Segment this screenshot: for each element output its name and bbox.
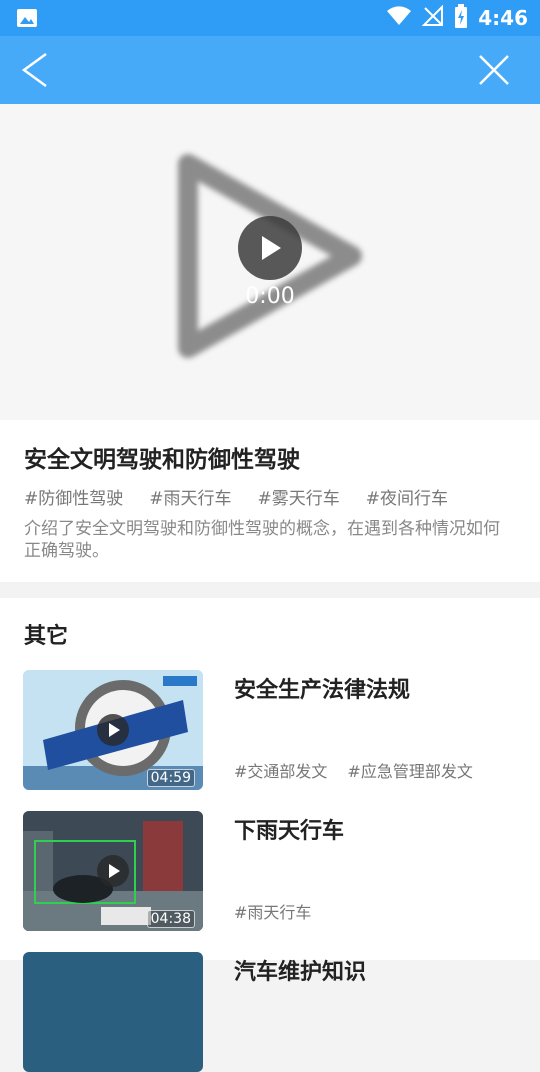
- video-thumbnail[interactable]: [23, 952, 203, 1072]
- tag[interactable]: #交通部发文: [234, 758, 327, 782]
- battery-charging-icon: [454, 4, 468, 32]
- section-heading: 其它: [24, 624, 69, 649]
- video-tags: #防御性驾驶 #雨天行车 #雾天行车 #夜间行车: [24, 484, 448, 509]
- video-item-tags: #交通部发文 #应急管理部发文: [234, 758, 473, 782]
- video-duration: 04:59: [146, 769, 195, 787]
- tag[interactable]: #夜间行车: [366, 484, 448, 509]
- video-list-item[interactable]: 04:59 安全生产法律法规 #交通部发文 #应急管理部发文: [0, 670, 540, 790]
- clock-time: 4:46: [478, 6, 528, 30]
- video-list-item[interactable]: 汽车维护知识: [0, 952, 540, 1072]
- video-item-title[interactable]: 汽车维护知识: [234, 954, 366, 986]
- video-player[interactable]: 0:00: [0, 104, 540, 420]
- thumbnail-play-icon: [97, 714, 129, 746]
- back-arrow-icon[interactable]: [18, 50, 58, 90]
- video-thumbnail[interactable]: 04:59: [23, 670, 203, 790]
- video-thumbnail[interactable]: 04:38: [23, 811, 203, 931]
- video-item-tags: #雨天行车: [234, 899, 311, 923]
- tag[interactable]: #雨天行车: [149, 484, 231, 509]
- video-info-panel: 安全文明驾驶和防御性驾驶 #防御性驾驶 #雨天行车 #雾天行车 #夜间行车 介绍…: [0, 420, 540, 582]
- image-notification-icon: [16, 8, 38, 28]
- top-navigation-bar: [0, 36, 540, 104]
- tag[interactable]: #雨天行车: [234, 899, 311, 923]
- video-time: 0:00: [245, 284, 295, 309]
- video-title: 安全文明驾驶和防御性驾驶: [24, 447, 300, 473]
- play-button[interactable]: [238, 216, 302, 280]
- no-signal-icon: [421, 4, 444, 31]
- video-item-title[interactable]: 下雨天行车: [234, 813, 344, 845]
- tag[interactable]: #防御性驾驶: [24, 484, 123, 509]
- other-videos-section: 其它 04:59 安全生产法律法规 #交通部发文 #应急管理部发文 04:38 …: [0, 598, 540, 1072]
- wifi-icon: [386, 6, 412, 30]
- video-item-title[interactable]: 安全生产法律法规: [234, 672, 410, 704]
- status-bar: 4:46: [0, 0, 540, 36]
- video-list-item[interactable]: 04:38 下雨天行车 #雨天行车: [0, 811, 540, 931]
- video-duration: 04:38: [146, 910, 195, 928]
- video-description: 介绍了安全文明驾驶和防御性驾驶的概念，在遇到各种情况如何正确驾驶。: [24, 519, 500, 561]
- tag[interactable]: #应急管理部发文: [347, 758, 472, 782]
- tag[interactable]: #雾天行车: [258, 484, 340, 509]
- thumbnail-play-icon: [97, 855, 129, 887]
- close-icon[interactable]: [476, 52, 512, 88]
